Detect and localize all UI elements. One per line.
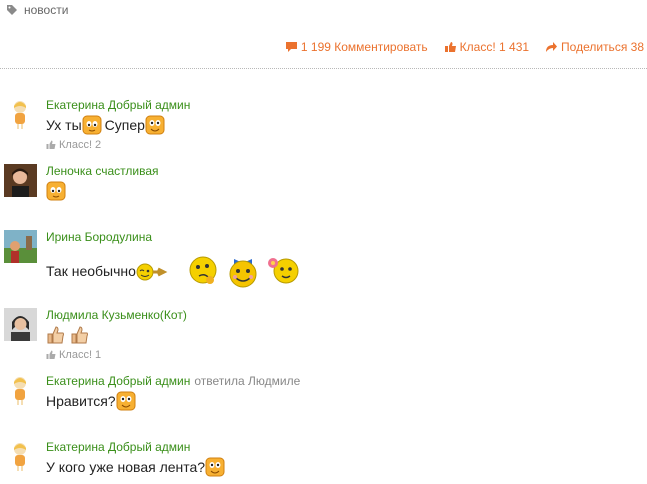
girl-with-bow-emoticon-icon <box>229 259 257 288</box>
klass-button-label: Класс! 1 431 <box>459 40 530 54</box>
comment-text-part: Супер <box>104 117 145 133</box>
avatar[interactable] <box>4 98 37 131</box>
avatar[interactable] <box>4 308 37 341</box>
smiley-emoticon-icon <box>145 115 165 135</box>
comment-author[interactable]: Леночка счастливая <box>46 164 159 178</box>
klass-button[interactable]: Класс! 1 431 <box>444 40 529 54</box>
comment-text-part: Нравится? <box>46 393 116 409</box>
comment-likes[interactable]: Класс! 2 <box>46 139 190 151</box>
comment-text: Так необычно <box>46 253 300 289</box>
section-tag[interactable]: новости <box>6 3 68 17</box>
comment-author[interactable]: Людмила Кузьменко(Кот) <box>46 308 187 322</box>
wink-pointing-emoticon-icon <box>136 263 168 281</box>
smiley-emoticon-icon <box>116 391 136 411</box>
comment-text: Ух ты Супер <box>46 115 190 135</box>
share-arrow-icon <box>546 42 558 52</box>
comment-button-label: 1 199 Комментировать <box>300 40 428 54</box>
comment-likes[interactable]: Класс! 1 <box>46 349 187 361</box>
comment-text <box>46 181 159 201</box>
smiley-emoticon-icon <box>205 457 225 477</box>
flower-emoticon-icon <box>267 258 299 284</box>
comment-text: У кого уже новая лента? <box>46 457 225 477</box>
share-button-label: Поделиться 38 <box>561 40 644 54</box>
comment-likes-label: Класс! 2 <box>59 139 102 151</box>
tag-icon <box>7 5 17 15</box>
avatar[interactable] <box>4 440 37 473</box>
smiley-emoticon-icon <box>82 115 102 135</box>
comment-text: Нравится? <box>46 391 300 411</box>
post-actions: 1 199 Комментировать Класс! 1 431 Подели… <box>285 40 644 54</box>
comment-author[interactable]: Екатерина Добрый админ <box>46 440 190 454</box>
share-button[interactable]: Поделиться 38 <box>545 40 644 54</box>
speech-bubble-icon <box>285 42 297 52</box>
avatar[interactable] <box>4 164 37 197</box>
comment-text-part: Так необычно <box>46 263 136 279</box>
comment-author[interactable]: Екатерина Добрый админ <box>46 374 190 388</box>
comment-author[interactable]: Екатерина Добрый админ <box>46 98 190 112</box>
avatar[interactable] <box>4 374 37 407</box>
divider <box>0 68 647 69</box>
comment-button[interactable]: 1 199 Комментировать <box>285 40 428 54</box>
comment-text <box>46 325 187 345</box>
tag-label: новости <box>24 3 69 17</box>
thumbs-up-icon <box>71 326 88 344</box>
reply-to-label[interactable]: ответила Людмиле <box>194 374 300 388</box>
thumbs-up-icon <box>444 42 456 52</box>
thumbs-up-icon <box>46 350 56 359</box>
thumbs-up-icon <box>46 140 56 149</box>
comment-text-part: Ух ты <box>46 117 82 133</box>
comment-text-part: У кого уже новая лента? <box>46 459 206 475</box>
smiley-emoticon-icon <box>46 181 66 201</box>
thumbs-up-icon <box>47 326 64 344</box>
thinking-emoticon-icon <box>189 256 217 284</box>
comment-likes-label: Класс! 1 <box>59 349 102 361</box>
avatar[interactable] <box>4 230 37 263</box>
comment-author[interactable]: Ирина Бородулина <box>46 230 152 244</box>
